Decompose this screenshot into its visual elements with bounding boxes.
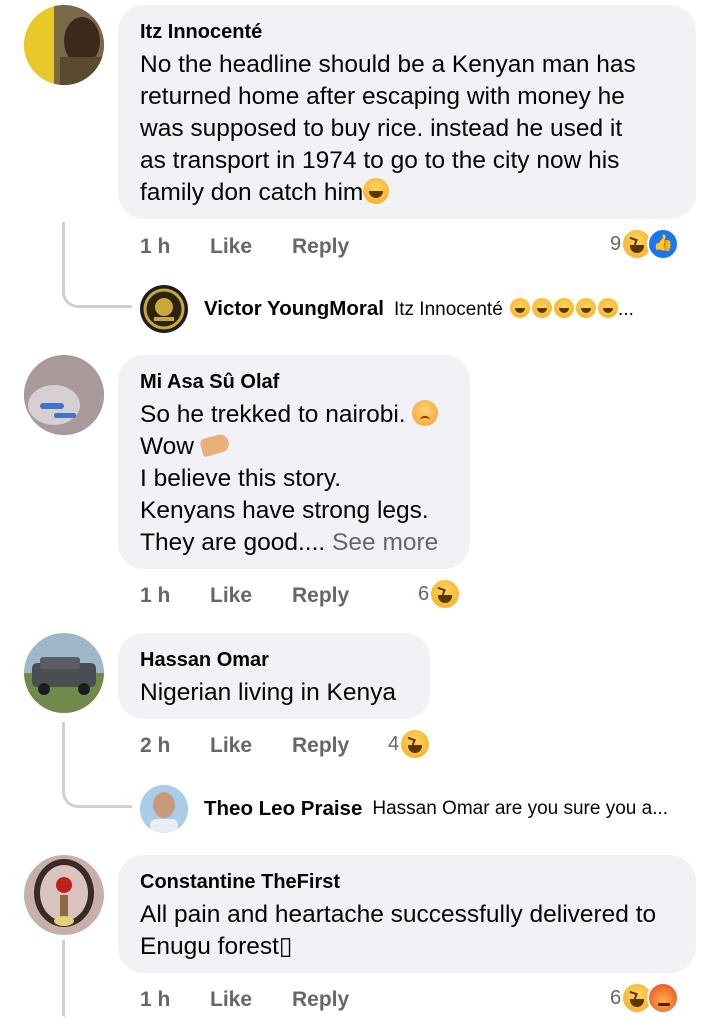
angry-icon [647,982,680,1014]
haha-icon [399,728,432,760]
comment-line: Wow [140,433,195,460]
reply-author[interactable]: Theo Leo Praise [204,797,362,821]
avatar-photo-icon [24,355,104,435]
avatar[interactable] [140,285,188,333]
laughing-emoji-icon [554,297,575,318]
comment-text: So he trekked to nairobi. Wow I believe … [140,399,448,559]
reply-thread-line [62,940,65,1017]
reply-ellipsis: ... [618,298,634,320]
comment-line: They are good.... [140,529,326,556]
comment-line: was supposed to buy rice. instead he use… [140,115,623,142]
comment-time[interactable]: 1 h [140,581,170,611]
comment-line: Kenyans have strong legs. [140,497,429,524]
comment-bubble: Constantine TheFirst All pain and hearta… [118,855,696,973]
see-more-link[interactable]: See more [332,529,438,556]
like-icon: 👍 [647,228,680,260]
comment-line: I believe this story. [140,465,342,492]
reply-button[interactable]: Reply [292,731,349,761]
reply-text: Hassan Omar are you sure you a... [372,798,669,819]
reply-preview[interactable]: Victor YoungMoral Itz Innocenté ... [140,284,634,334]
comment-line: returned home after escaping with money … [140,83,625,110]
comment-time[interactable]: 1 h [140,232,170,262]
comment-line-with-link: They are good.... See more [140,527,448,559]
reply-text: Itz Innocenté ... [393,297,634,321]
laughing-emoji-icon [363,178,390,204]
comment-line: Nigerian living in Kenya [140,679,397,706]
avatar-car-photo-icon [24,633,104,713]
reply-button[interactable]: Reply [292,232,349,262]
comment-bubble: Mi Asa Sû Olaf So he trekked to nairobi.… [118,355,470,569]
comment-line: So he trekked to nairobi. [140,401,406,428]
comment-author[interactable]: Constantine TheFirst [140,869,674,895]
reply-button[interactable]: Reply [292,581,349,611]
avatar-apple-photo-icon [24,855,104,935]
comment-author[interactable]: Mi Asa Sû Olaf [140,369,448,395]
reaction-count: 9 [610,232,622,255]
avatar[interactable] [140,785,188,833]
comment-line: No the headline should be a Kenyan man h… [140,51,636,78]
comment-bubble: Hassan Omar Nigerian living in Kenya [118,633,430,719]
reply-thread-line [62,722,132,808]
avatar[interactable] [24,855,104,935]
reply-author[interactable]: Victor YoungMoral [204,297,384,321]
reaction-summary[interactable]: 4 [388,727,432,761]
haha-icon [429,578,462,610]
comment-text: All pain and heartache successfully deli… [140,899,674,963]
laughing-emoji-icon [598,297,619,318]
reply-thread-line [62,222,132,308]
avatar-person-icon [140,785,188,833]
reaction-summary[interactable]: 6 [610,981,680,1015]
reaction-count: 6 [610,986,622,1009]
comment-author[interactable]: Hassan Omar [140,647,408,673]
crest-avatar-icon [143,288,185,330]
laughing-emoji-icon [510,297,531,318]
sad-emoji-icon [412,400,439,426]
comment-line-with-emoji: family don catch him [140,177,674,209]
laughing-emoji-icon [532,297,553,318]
comment-line: Enugu forest▯ [140,933,293,960]
comment-line-with-emoji: Wow [140,431,448,463]
like-button[interactable]: Like [210,581,252,611]
reaction-summary[interactable]: 6 [418,577,462,611]
reply-button[interactable]: Reply [292,985,349,1015]
reaction-summary[interactable]: 9 👍 [610,227,680,261]
comment-time[interactable]: 1 h [140,985,170,1015]
comment-text: Nigerian living in Kenya [140,677,408,709]
avatar-photo-icon [24,5,104,85]
reaction-count: 6 [418,582,430,605]
hand-emoji-icon [198,432,231,458]
comment-line: family don catch him [140,179,364,206]
like-button[interactable]: Like [210,731,252,761]
reply-preview[interactable]: Theo Leo Praise Hassan Omar are you sure… [140,784,668,834]
like-button[interactable]: Like [210,232,252,262]
reaction-count: 4 [388,732,400,755]
comment-line: as transport in 1974 to go to the city n… [140,147,620,174]
laughing-emoji-icon [576,297,597,318]
avatar[interactable] [24,355,104,435]
like-button[interactable]: Like [210,985,252,1015]
comment-bubble: Itz Innocenté No the headline should be … [118,5,696,219]
comment-time[interactable]: 2 h [140,731,170,761]
comment-line-with-emoji: So he trekked to nairobi. [140,399,448,431]
comment-line: All pain and heartache successfully deli… [140,901,657,928]
reply-mention: Itz Innocenté [393,298,503,320]
avatar[interactable] [24,5,104,85]
comment-author[interactable]: Itz Innocenté [140,19,674,45]
comment-text: No the headline should be a Kenyan man h… [140,49,674,209]
avatar[interactable] [24,633,104,713]
